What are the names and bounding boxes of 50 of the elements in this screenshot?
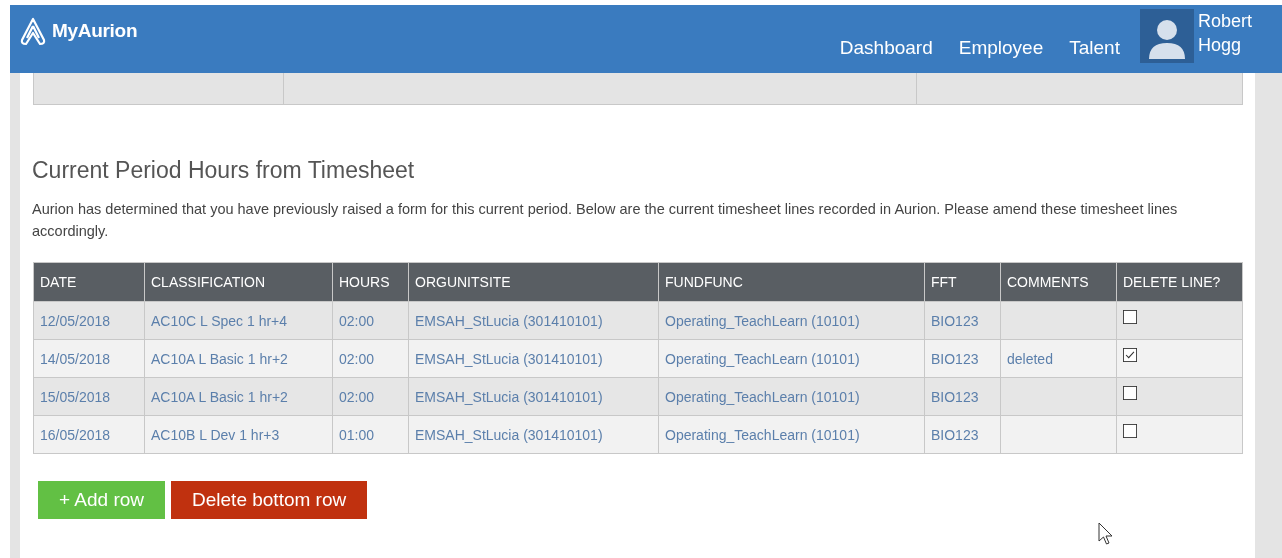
avatar-icon[interactable] bbox=[1139, 9, 1194, 63]
table-cell: Operating_TeachLearn (10101) bbox=[658, 377, 925, 416]
table-cell: deleted bbox=[1000, 339, 1117, 378]
table-cell: 15/05/2018 bbox=[33, 377, 145, 416]
column-header: COMMENTS bbox=[1000, 262, 1117, 302]
table-cell: AC10A L Basic 1 hr+2 bbox=[144, 377, 333, 416]
nav-link[interactable]: Talent bbox=[1069, 37, 1120, 59]
checkbox[interactable] bbox=[1123, 309, 1137, 324]
column-header: FFT bbox=[924, 262, 1001, 302]
delete-button[interactable]: Delete bottom row bbox=[171, 481, 368, 519]
logo-icon bbox=[18, 16, 48, 46]
column-header: DELETE LINE? bbox=[1116, 262, 1243, 302]
table-cell: 14/05/2018 bbox=[33, 339, 145, 378]
table-cell: 16/05/2018 bbox=[33, 415, 145, 454]
add-button[interactable]: + Add row bbox=[38, 481, 166, 519]
table-cell: BIO123 bbox=[924, 415, 1001, 454]
table-cell: EMSAH_StLucia (301410101) bbox=[408, 301, 659, 340]
description-text: Aurion has determined that you have previously raised a form for this current period. Below are the current timesheet lines recorded in Aurion. Please amend these timesheet lines accordingly. bbox=[32, 200, 1179, 241]
logo-text: MyAurion bbox=[52, 20, 138, 42]
table-cell: AC10B L Dev 1 hr+3 bbox=[144, 415, 333, 454]
table-cell: AC10C L Spec 1 hr+4 bbox=[144, 301, 333, 340]
checkbox[interactable] bbox=[1123, 347, 1137, 362]
table-cell: EMSAH_StLucia (301410101) bbox=[408, 377, 659, 416]
user-last-name: Hogg bbox=[1197, 34, 1242, 57]
column-header: ORGUNITSITE bbox=[408, 262, 659, 302]
table-cell: Operating_TeachLearn (10101) bbox=[658, 415, 925, 454]
table-cell: Operating_TeachLearn (10101) bbox=[658, 339, 925, 378]
column-header: DATE bbox=[33, 262, 145, 302]
table-cell: EMSAH_StLucia (301410101) bbox=[408, 415, 659, 454]
nav-link[interactable]: Employee bbox=[958, 37, 1044, 59]
table-cell: 02:00 bbox=[332, 339, 409, 378]
cursor-icon bbox=[1098, 522, 1114, 546]
table-cell: 01:00 bbox=[332, 415, 409, 454]
table-cell: BIO123 bbox=[924, 339, 1001, 378]
table-cell: AC10A L Basic 1 hr+2 bbox=[144, 339, 333, 378]
column-header: HOURS bbox=[332, 262, 409, 302]
checkbox[interactable] bbox=[1123, 423, 1137, 438]
table-cell: BIO123 bbox=[924, 377, 1001, 416]
column-header: CLASSIFICATION bbox=[144, 262, 333, 302]
column-header: FUNDFUNC bbox=[658, 262, 925, 302]
checkbox[interactable] bbox=[1123, 385, 1137, 400]
user-first-name: Robert bbox=[1197, 10, 1252, 33]
table-cell: 02:00 bbox=[332, 377, 409, 416]
table-cell: 02:00 bbox=[332, 301, 409, 340]
table-cell: BIO123 bbox=[924, 301, 1001, 340]
table-cell: 12/05/2018 bbox=[33, 301, 145, 340]
section-title: Current Period Hours from Timesheet bbox=[32, 157, 416, 184]
nav-link[interactable]: Dashboard bbox=[839, 37, 933, 59]
table-cell: EMSAH_StLucia (301410101) bbox=[408, 339, 659, 378]
table-cell: Operating_TeachLearn (10101) bbox=[658, 301, 925, 340]
